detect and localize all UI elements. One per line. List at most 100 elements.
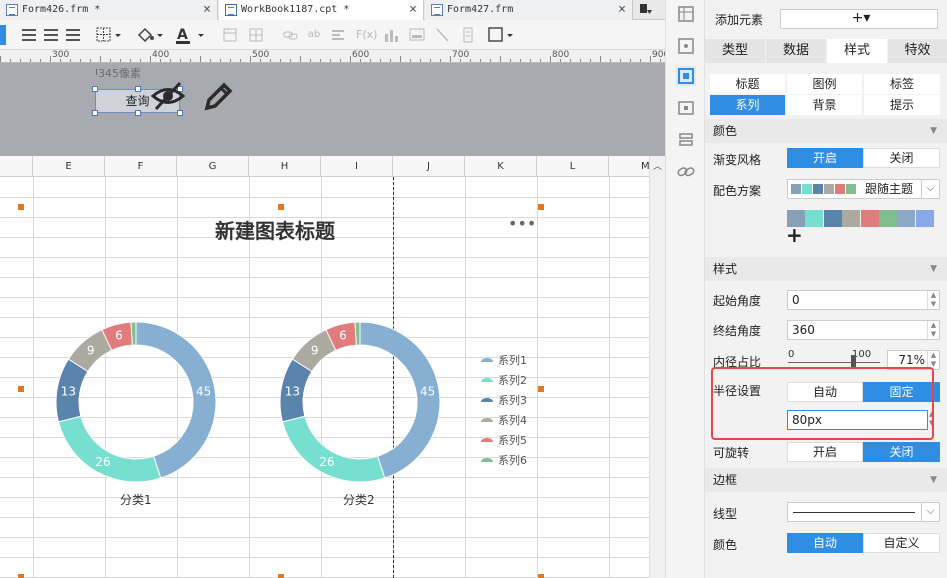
donut-series-2[interactable]: 45 26 13 9 6 [279,321,441,483]
donut-series-1[interactable]: 45 26 13 9 6 [55,321,217,483]
end-angle-label: 终结角度 [713,324,762,338]
add-color-icon[interactable]: + [786,225,803,245]
inner-ratio-value: 71% [898,353,925,367]
tab-style[interactable]: 样式 [827,39,887,63]
legend-marker [481,458,493,462]
legend-label[interactable]: 系列4 [498,413,527,427]
line-sample [793,512,915,513]
slice-data-label: 13 [61,384,76,398]
scheme-swatch[interactable] [842,210,861,227]
chevron-down-icon: ▼ [930,264,937,274]
scheme-value: 跟随主题 [865,182,914,196]
section-color[interactable]: 颜色 ▼ [705,119,947,143]
donut-slice[interactable] [130,321,137,346]
legend-label[interactable]: 系列5 [498,433,527,447]
section-style[interactable]: 样式 ▼ [705,257,947,281]
subtab-background[interactable]: 背景 [787,95,862,115]
subtab-legend[interactable]: 图例 [787,74,862,94]
slice-data-label: 45 [196,384,211,398]
scheme-swatch[interactable] [823,210,842,227]
gradient-label: 渐变风格 [713,153,762,167]
layers-icon[interactable] [676,130,696,150]
slice-data-label: 9 [87,344,95,358]
legend-label[interactable]: 系列6 [498,453,527,467]
hyperlink-icon[interactable] [676,162,696,182]
rotate-on-button[interactable]: 开启 [787,442,863,462]
start-angle-input[interactable]: 0 ▲ ▼ [787,290,940,310]
scheme-swatch [846,184,856,194]
legend-marker [481,378,493,382]
scheme-swatch [835,184,845,194]
line-type-dropdown[interactable]: ⌵ [787,502,940,522]
property-icon-strip [665,0,705,578]
border-color-label: 颜色 [713,538,738,552]
slice-data-label: 26 [95,455,110,469]
slice-data-label: 45 [420,384,435,398]
scheme-swatch[interactable] [805,210,824,227]
end-angle-value: 360 [792,323,815,337]
gradient-on-button[interactable]: 开启 [787,148,863,168]
tab-effects[interactable]: 特效 [888,39,947,63]
legend-marker [481,438,493,442]
donut-chart[interactable]: 45 26 13 9 6 45 26 13 9 6 系列1 系列2 系列3 系列4 系列5 系列6 [0,0,665,578]
section-title: 颜色 [713,124,738,138]
subtab-title[interactable]: 标题 [710,74,785,94]
legend-label[interactable]: 系列2 [498,373,527,387]
line-type-label: 线型 [713,507,738,521]
start-angle-label: 起始角度 [713,294,762,308]
legend-marker [481,418,493,422]
chart-property-icon[interactable] [676,66,696,86]
cell-element-icon[interactable] [676,4,696,24]
slice-data-label: 13 [285,384,300,398]
rotate-label: 可旋转 [713,446,750,460]
slice-data-label: 26 [319,455,334,469]
tab-type[interactable]: 类型 [705,39,765,63]
section-title: 样式 [713,262,738,276]
section-title: 边框 [713,473,738,487]
scheme-swatch[interactable] [897,210,916,227]
scheme-swatch[interactable] [860,210,879,227]
stepper-icon[interactable]: ▲ ▼ [927,321,939,339]
category-label: 分类2 [343,493,375,507]
chart-legend: 系列1 系列2 系列3 系列4 系列5 系列6 [481,353,527,467]
subtab-tooltip[interactable]: 提示 [864,95,940,115]
gradient-off-button[interactable]: 关闭 [863,148,940,168]
chevron-down-icon: ⌵ [921,503,939,521]
border-color-custom-button[interactable]: 自定义 [863,533,940,553]
legend-marker [481,358,493,362]
scheme-swatch[interactable] [879,210,897,227]
chevron-down-icon: ⌵ [921,180,939,198]
chevron-down-icon: ▼ [930,126,937,136]
legend-label[interactable]: 系列1 [498,353,527,367]
donut-slice[interactable] [135,321,217,479]
slice-data-label: 6 [115,329,123,343]
donut-slice[interactable] [57,415,162,483]
color-scheme-dropdown[interactable]: 跟随主题 ⌵ [787,179,940,199]
tab-data[interactable]: 数据 [766,39,826,63]
inner-ratio-slider-track[interactable] [788,362,880,363]
subtab-label[interactable]: 标签 [864,74,940,94]
border-color-auto-button[interactable]: 自动 [787,533,863,553]
start-angle-value: 0 [792,293,800,307]
attribute-icon[interactable] [676,36,696,56]
donut-slice[interactable] [354,321,361,346]
donut-slice[interactable] [359,321,441,479]
rotate-off-button[interactable]: 关闭 [863,442,940,462]
add-element-dropdown[interactable]: +▾ [780,9,938,29]
highlight-frame [711,367,934,440]
slice-data-label: 9 [311,344,319,358]
scheme-swatch [824,184,834,194]
donut-slice[interactable] [281,415,386,483]
app-window: Form426.frm * × WorkBook1187.cpt * × For… [0,0,947,578]
scheme-label: 配色方案 [713,184,762,198]
scheme-swatch[interactable] [915,210,934,227]
end-angle-input[interactable]: 360 ▲ ▼ [787,320,940,340]
scheme-swatch [813,184,823,194]
legend-marker [481,398,493,402]
legend-label[interactable]: 系列3 [498,393,527,407]
section-border[interactable]: 边框 ▼ [705,468,947,492]
widget-icon[interactable] [676,98,696,118]
subtab-series[interactable]: 系列 [710,95,785,115]
add-element-label: 添加元素 [715,13,764,27]
stepper-icon[interactable]: ▲ ▼ [927,291,939,309]
